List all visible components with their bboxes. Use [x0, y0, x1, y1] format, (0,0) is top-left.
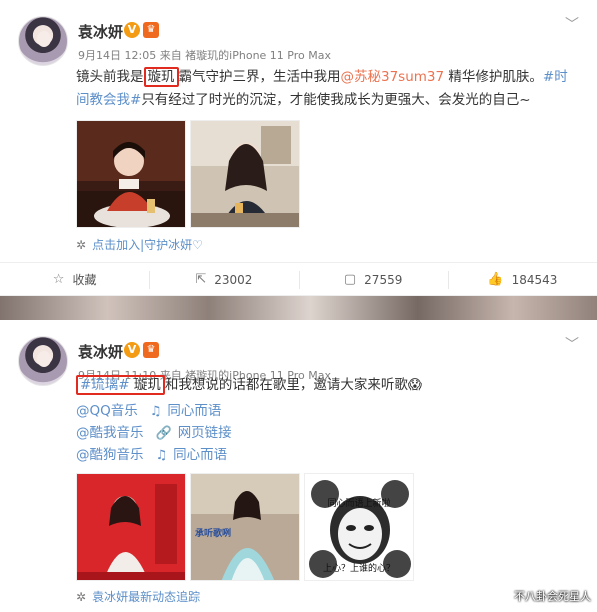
post-image[interactable] [76, 473, 186, 581]
music-link-row: @QQ音乐 ♫ 同心而语 [76, 400, 221, 423]
highlighted-topic: #琉璃# 璇玑 [76, 375, 165, 395]
music-link-row: @酷狗音乐 ♫ 同心而语 [76, 444, 227, 467]
repost-button[interactable]: ⇱ 23002 [149, 263, 298, 296]
weibo-post: 袁冰妍 V ♛ 9月14日 12:05 来自 褚璇玑的iPhone 11 Pro… [0, 0, 597, 296]
comment-icon: ▢ [343, 272, 357, 287]
super-topic-link[interactable]: ✲ 袁冰妍最新动态追踪 [76, 588, 200, 605]
post-text: 镜头前我是 璇玑 霸气守护三界，生活中我用@苏秘37sum37 精华修护肌肤。#时间… [76, 67, 568, 108]
post-image[interactable] [190, 120, 300, 228]
avatar[interactable] [18, 336, 68, 386]
highlighted-name: 璇玑 [143, 67, 179, 87]
favorite-button[interactable]: ☆ 收藏 [0, 263, 149, 296]
action-bar: ☆ 收藏 ⇱ 23002 ▢ 27559 👍 184543 [0, 262, 597, 296]
image-caption: 承听歌咧 [195, 529, 232, 539]
like-icon: 👍 [487, 272, 504, 287]
watermark: 不八卦会死星人 [514, 590, 591, 603]
comment-button[interactable]: ▢ 27559 [298, 263, 448, 296]
song-link[interactable]: 同心而语 [167, 403, 221, 419]
like-button[interactable]: 👍 184543 [447, 263, 597, 296]
post-meta: 9月14日 12:05 来自 褚璇玑的iPhone 11 Pro Max [78, 49, 331, 62]
web-link[interactable]: 网页链接 [178, 425, 232, 441]
music-site-link[interactable]: @酷我音乐 [76, 425, 144, 441]
chevron-down-icon[interactable]: ﹀ [565, 14, 579, 34]
avatar[interactable] [18, 16, 68, 66]
star-icon: ☆ [52, 272, 65, 287]
music-link-row: @酷我音乐 🔗 网页链接 [76, 422, 232, 445]
meme-caption: 同心而语上新啦 [327, 499, 391, 509]
post-image[interactable]: 承听歌咧 [190, 473, 300, 581]
song-link[interactable]: 同心而语 [173, 447, 227, 463]
meme-caption: 上心？上谁的心？ [322, 564, 395, 574]
verified-badge-icon: V [124, 342, 140, 358]
music-icon: ♫ [149, 404, 162, 419]
sparkle-icon: ✲ [76, 590, 87, 604]
super-topic-link[interactable]: ✲ 点击加入|守护冰妍♡ [76, 236, 203, 253]
music-icon: ♫ [155, 448, 168, 463]
music-site-link[interactable]: @QQ音乐 [76, 403, 138, 419]
post-text: #琉璃# 璇玑 和我想说的话都在歌里，邀请大家来听歌😱 [76, 374, 577, 397]
verified-badge-icon: V [124, 22, 140, 38]
link-icon: 🔗 [155, 426, 172, 441]
post-image[interactable] [76, 120, 186, 228]
weibo-post: 袁冰妍 V ♛ 9月14日 11:10 来自 褚璇玑的iPhone 11 Pro… [0, 320, 597, 612]
post-image[interactable]: 同心而语上新啦 上心？上谁的心？ [304, 473, 414, 581]
author-name[interactable]: 袁冰妍 [78, 341, 123, 362]
mention-link[interactable]: @苏秘37sum37 [341, 69, 445, 85]
vip-crown-icon: ♛ [143, 22, 159, 38]
music-site-link[interactable]: @酷狗音乐 [76, 447, 144, 463]
chevron-down-icon[interactable]: ﹀ [565, 334, 579, 354]
share-icon: ⇱ [195, 272, 207, 287]
sparkle-icon: ✲ [76, 238, 87, 252]
vip-crown-icon: ♛ [143, 342, 159, 358]
author-name[interactable]: 袁冰妍 [78, 21, 123, 42]
post-separator [0, 296, 597, 320]
